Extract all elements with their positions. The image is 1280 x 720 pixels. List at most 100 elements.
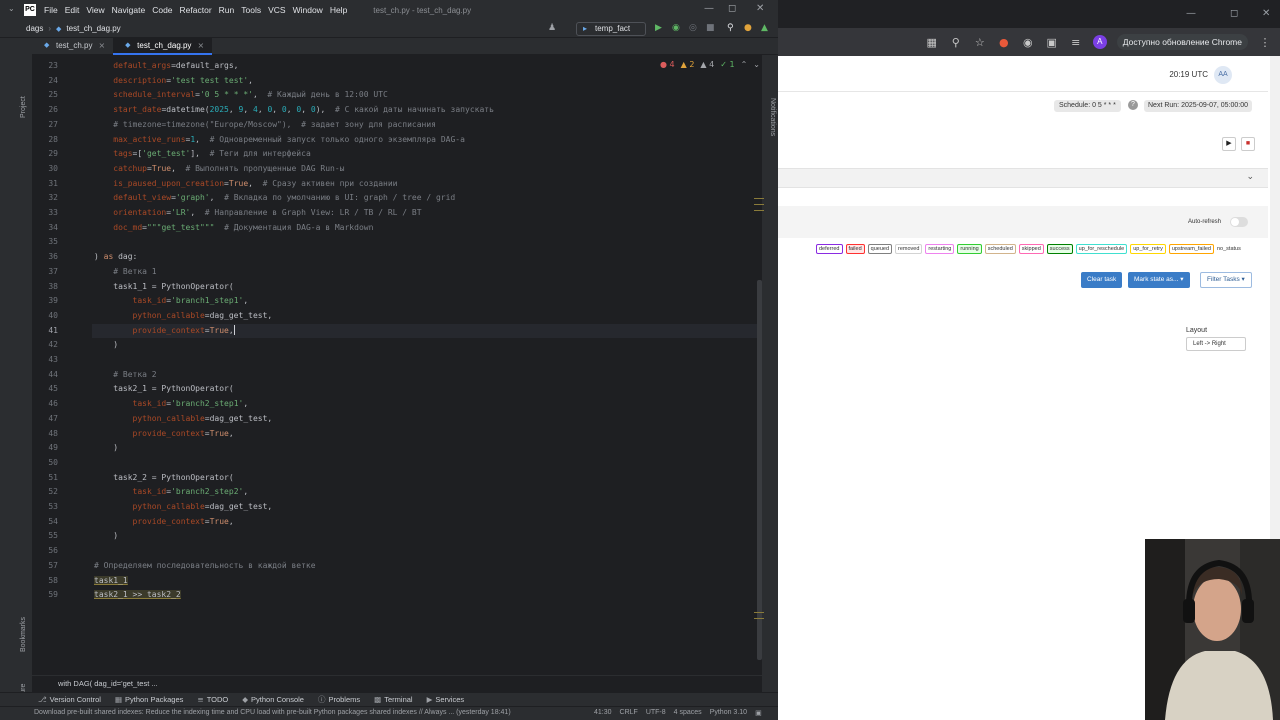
state-up-for-reschedule[interactable]: up_for_reschedule (1075, 244, 1128, 254)
zoom-icon[interactable]: ⚲ (949, 36, 963, 49)
line-separator[interactable]: CRLF (620, 709, 638, 717)
help-icon[interactable]: ? (1128, 100, 1138, 110)
next-highlight-icon[interactable]: ⌄ (753, 60, 760, 69)
state-removed[interactable]: removed (895, 244, 923, 254)
extension-shield-icon[interactable]: ● (997, 36, 1011, 49)
update-icon[interactable]: ● (744, 23, 752, 33)
tool-terminal[interactable]: ▩ Terminal (374, 695, 412, 704)
breadcrumb-file[interactable]: test_ch_dag.py (66, 24, 120, 33)
menu-file[interactable]: File (44, 5, 58, 15)
menu-refactor[interactable]: Refactor (180, 5, 212, 15)
vcs-user-icon[interactable]: ♟ (548, 23, 556, 33)
delete-dag-trash-icon[interactable]: ■ (1241, 137, 1255, 151)
caret-position[interactable]: 41:30 (594, 709, 612, 717)
debug-icon[interactable]: ◉ (672, 23, 680, 33)
trigger-dag-play-icon[interactable]: ▶ (1222, 137, 1236, 151)
tool-services[interactable]: ▶ Services (427, 695, 465, 704)
code-breadcrumb[interactable]: with DAG( dag_id='get_test ... (32, 675, 762, 692)
indent-setting[interactable]: 4 spaces (674, 709, 702, 717)
chevron-down-icon[interactable]: ⌄ (1246, 172, 1254, 182)
maximize-icon[interactable]: ◻ (1230, 8, 1238, 19)
puzzle-icon[interactable]: ▣ (1045, 36, 1059, 49)
menu-run[interactable]: Run (219, 5, 235, 15)
state-restarting[interactable]: restarting (925, 244, 955, 254)
bookmark-star-icon[interactable]: ☆ (973, 36, 987, 49)
state-upstream-failed[interactable]: upstream_failed (1168, 244, 1214, 254)
menu-edit[interactable]: Edit (65, 5, 80, 15)
plugin-icon[interactable]: ▲ (761, 23, 768, 33)
ide-close-icon[interactable]: ✕ (756, 3, 764, 14)
tab-close-icon[interactable]: × (197, 41, 204, 50)
extension-icon[interactable]: ◉ (1021, 36, 1035, 49)
tab-test-ch-dag[interactable]: test_ch_dag.py × (113, 38, 213, 55)
menu-help[interactable]: Help (330, 5, 347, 15)
tool-python-packages[interactable]: ▦ Python Packages (115, 695, 183, 704)
tool-version-control[interactable]: ⎇ Version Control (38, 695, 101, 704)
menu-tools[interactable]: Tools (241, 5, 261, 15)
layout-select[interactable]: Left -> Right (1186, 337, 1246, 351)
status-message[interactable]: Download pre-built shared indexes: Reduc… (34, 709, 511, 716)
next-run-badge: Next Run: 2025-09-07, 05:00:00 (1144, 100, 1253, 112)
line-number: 31 (48, 178, 58, 188)
pycharm-logo-icon[interactable]: PC (24, 4, 36, 16)
tab-test-ch[interactable]: test_ch.py × (32, 38, 113, 55)
prev-highlight-icon[interactable]: ⌃ (741, 60, 748, 69)
tool-todo[interactable]: ≡ TODO (197, 695, 228, 704)
close-icon[interactable]: ✕ (1262, 8, 1270, 19)
minimize-icon[interactable]: — (1186, 8, 1196, 19)
filter-tasks-button[interactable]: Filter Tasks ▾ (1200, 272, 1252, 288)
ide-minimize-icon[interactable]: — (704, 3, 714, 14)
menu-dots-icon[interactable]: ⋮ (1258, 36, 1272, 49)
project-tool-label[interactable]: Project (20, 96, 27, 118)
user-avatar[interactable]: AA (1214, 66, 1232, 84)
media-icon[interactable]: ≡ (1069, 36, 1083, 49)
utc-time[interactable]: 20:19 UTC (1169, 70, 1208, 79)
inspection-widget[interactable]: ● 4 ▲ 2 ▲ 4 ✓ 1 ⌃ ⌄ (660, 60, 760, 69)
tool-problems[interactable]: ⓘ Problems (318, 694, 360, 705)
stop-icon[interactable]: ■ (706, 23, 715, 33)
search-icon[interactable]: ⚲ (727, 23, 734, 33)
tab-close-icon[interactable]: × (98, 41, 105, 50)
warning-count[interactable]: ▲ 2 (681, 60, 695, 69)
code-editor[interactable]: default_args=default_args, description='… (92, 55, 762, 675)
ok-count-value: 1 (729, 60, 735, 69)
state-queued[interactable]: queued (867, 244, 893, 254)
run-icon[interactable]: ▶ (655, 23, 662, 33)
menu-navigate[interactable]: Navigate (112, 5, 146, 15)
menu-code[interactable]: Code (152, 5, 172, 15)
state-scheduled[interactable]: scheduled (984, 244, 1016, 254)
state-success[interactable]: success (1046, 244, 1073, 254)
menu-window[interactable]: Window (293, 5, 323, 15)
translate-icon[interactable]: ▦ (925, 36, 939, 49)
chrome-update-button[interactable]: Доступно обновление Chrome (1116, 34, 1248, 50)
tool-python-console[interactable]: ◆ Python Console (242, 695, 304, 704)
state-running[interactable]: running (957, 244, 982, 254)
ide-maximize-icon[interactable]: ◻ (728, 3, 736, 14)
state-up-for-retry[interactable]: up_for_retry (1130, 244, 1166, 254)
line-number: 45 (48, 384, 58, 394)
lock-icon[interactable]: ▣ (755, 709, 762, 717)
auto-refresh-toggle[interactable] (1230, 217, 1248, 227)
clear-task-button[interactable]: Clear task (1081, 272, 1123, 288)
ok-count[interactable]: ✓ 1 (720, 60, 734, 69)
weak-warning-count[interactable]: ▲ 4 (700, 60, 714, 69)
run-configuration-select[interactable]: temp_fact (576, 22, 646, 36)
bookmarks-tool-label[interactable]: Bookmarks (20, 617, 27, 652)
menu-view[interactable]: View (86, 5, 104, 15)
profile-avatar[interactable]: A (1092, 35, 1107, 49)
main-menu-chevron-icon[interactable]: ⌄ (8, 4, 15, 13)
coverage-icon[interactable]: ◎ (689, 23, 697, 33)
state-skipped[interactable]: skipped (1018, 244, 1044, 254)
menu-vcs[interactable]: VCS (268, 5, 285, 15)
file-encoding[interactable]: UTF-8 (646, 709, 666, 717)
error-count[interactable]: ● 4 (660, 60, 675, 69)
state-deferred[interactable]: deferred (816, 244, 843, 254)
breadcrumb-folder[interactable]: dags (26, 24, 43, 33)
editor-scrollbar[interactable] (757, 280, 762, 660)
collapsible-bar[interactable]: ⌄ (778, 168, 1268, 188)
state-failed[interactable]: failed (845, 244, 865, 254)
notifications-tool-label[interactable]: Notifications (769, 98, 776, 136)
python-interpreter[interactable]: Python 3.10 (710, 709, 747, 717)
mark-state-button[interactable]: Mark state as... ▾ (1128, 272, 1190, 288)
state-no-status[interactable]: no_status (1217, 245, 1241, 253)
